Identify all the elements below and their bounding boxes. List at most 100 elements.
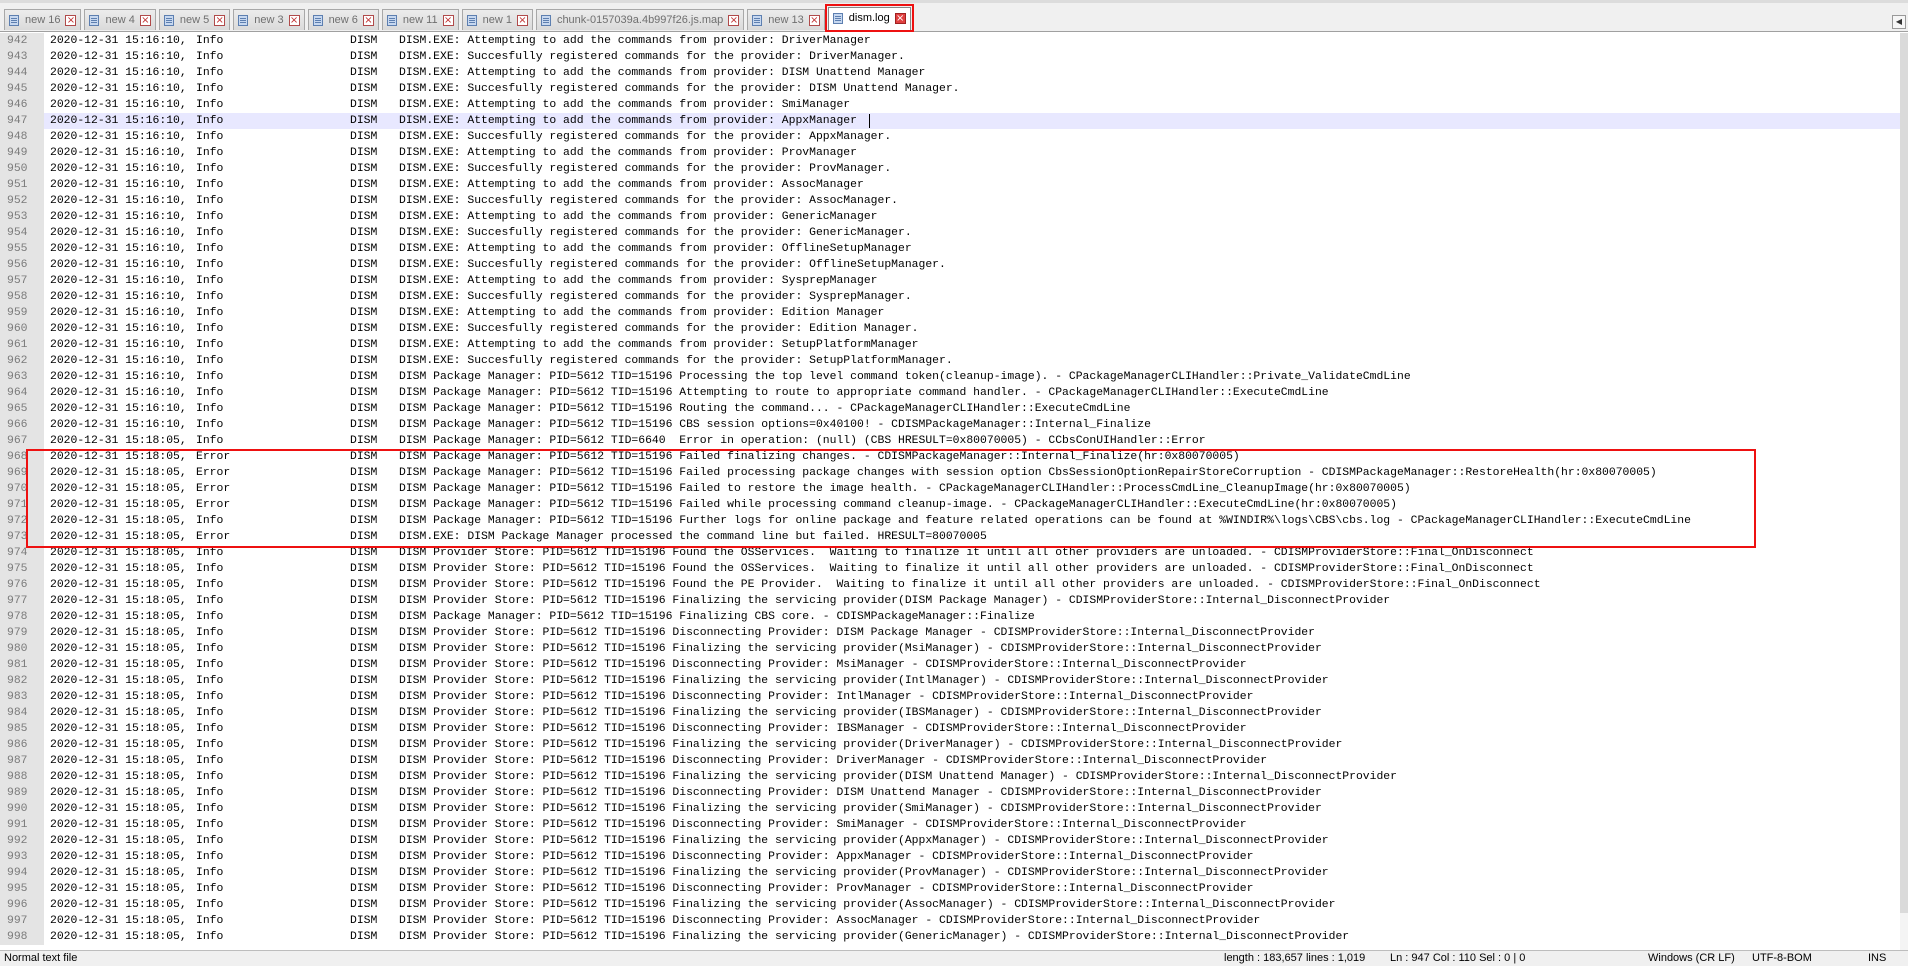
log-message: DISM Package Manager: PID=5612 TID=15196… (399, 403, 1131, 415)
tab-new-6[interactable]: new 6 × (307, 9, 379, 30)
log-line[interactable]: 942 2020-12-31 15:16:10, Info DISM DISM.EXE:… (0, 33, 1900, 49)
log-line[interactable]: 956 2020-12-31 15:16:10, Info DISM DISM.EXE:… (0, 257, 1900, 273)
close-icon[interactable]: × (65, 15, 77, 26)
log-line[interactable]: 951 2020-12-31 15:16:10, Info DISM DISM.EXE:… (0, 177, 1900, 193)
close-icon[interactable]: × (808, 15, 820, 26)
log-line[interactable]: 964 2020-12-31 15:16:10, Info DISM DISM Pack… (0, 385, 1900, 401)
log-level: Info (196, 163, 224, 175)
log-source: DISM (350, 483, 378, 495)
log-line[interactable]: 987 2020-12-31 15:18:05, Info DISM DISM Prov… (0, 753, 1900, 769)
line-number: 966 (0, 417, 44, 433)
log-level: Info (196, 707, 224, 719)
log-line[interactable]: 963 2020-12-31 15:16:10, Info DISM DISM Pack… (0, 369, 1900, 385)
log-line[interactable]: 993 2020-12-31 15:18:05, Info DISM DISM Prov… (0, 849, 1900, 865)
log-line[interactable]: 995 2020-12-31 15:18:05, Info DISM DISM Prov… (0, 881, 1900, 897)
close-icon[interactable]: × (214, 15, 226, 26)
scrollbar-thumb[interactable] (1900, 33, 1908, 913)
close-icon[interactable]: × (139, 15, 151, 26)
log-line[interactable]: 972 2020-12-31 15:18:05, Info DISM DISM Pack… (0, 513, 1900, 529)
log-message: DISM.EXE: Succesfully registered command… (399, 259, 946, 271)
log-line[interactable]: 954 2020-12-31 15:16:10, Info DISM DISM.EXE:… (0, 225, 1900, 241)
close-icon[interactable]: × (894, 13, 906, 24)
log-line[interactable]: 973 2020-12-31 15:18:05, Error DISM DISM.EXE… (0, 529, 1900, 545)
log-line[interactable]: 975 2020-12-31 15:18:05, Info DISM DISM Prov… (0, 561, 1900, 577)
log-line[interactable]: 955 2020-12-31 15:16:10, Info DISM DISM.EXE:… (0, 241, 1900, 257)
log-source: DISM (350, 259, 378, 271)
log-line[interactable]: 961 2020-12-31 15:16:10, Info DISM DISM.EXE:… (0, 337, 1900, 353)
log-line[interactable]: 971 2020-12-31 15:18:05, Error DISM DISM Pac… (0, 497, 1900, 513)
tab-new-5[interactable]: new 5 × (158, 9, 231, 30)
log-line[interactable]: 950 2020-12-31 15:16:10, Info DISM DISM.EXE:… (0, 161, 1900, 177)
log-line[interactable]: 985 2020-12-31 15:18:05, Info DISM DISM Prov… (0, 721, 1900, 737)
tab-label: dism.log (848, 12, 890, 24)
tab-new-1[interactable]: new 1 × (461, 9, 533, 30)
log-line[interactable]: 970 2020-12-31 15:18:05, Error DISM DISM Pac… (0, 481, 1900, 497)
status-eol: Windows (CR LF) (1648, 952, 1735, 964)
log-line[interactable]: 946 2020-12-31 15:16:10, Info DISM DISM.EXE:… (0, 97, 1900, 113)
log-source: DISM (350, 723, 378, 735)
log-line[interactable]: 994 2020-12-31 15:18:05, Info DISM DISM Prov… (0, 865, 1900, 881)
log-line[interactable]: 952 2020-12-31 15:16:10, Info DISM DISM.EXE:… (0, 193, 1900, 209)
log-line[interactable]: 962 2020-12-31 15:16:10, Info DISM DISM.EXE:… (0, 353, 1900, 369)
vertical-scrollbar[interactable] (1900, 33, 1908, 950)
status-file-type: Normal text file (4, 952, 78, 964)
log-line[interactable]: 968 2020-12-31 15:18:05, Error DISM DISM Pac… (0, 449, 1900, 465)
log-line[interactable]: 981 2020-12-31 15:18:05, Info DISM DISM Prov… (0, 657, 1900, 673)
log-line[interactable]: 960 2020-12-31 15:16:10, Info DISM DISM.EXE:… (0, 321, 1900, 337)
log-line[interactable]: 996 2020-12-31 15:18:05, Info DISM DISM Prov… (0, 897, 1900, 913)
close-icon[interactable]: × (442, 15, 454, 26)
tab-new-4[interactable]: new 4 × (84, 9, 156, 30)
tab-chunk-0157039a-4b997f26-js-map[interactable]: chunk-0157039a.4b997f26.js.map × (535, 9, 745, 30)
log-line[interactable]: 977 2020-12-31 15:18:05, Info DISM DISM Prov… (0, 593, 1900, 609)
log-line[interactable]: 997 2020-12-31 15:18:05, Info DISM DISM Prov… (0, 913, 1900, 929)
log-line[interactable]: 969 2020-12-31 15:18:05, Error DISM DISM Pac… (0, 465, 1900, 481)
log-line[interactable]: 976 2020-12-31 15:18:05, Info DISM DISM Prov… (0, 577, 1900, 593)
log-message: DISM.EXE: Succesfully registered command… (399, 355, 953, 367)
line-number: 957 (0, 273, 44, 289)
log-line[interactable]: 967 2020-12-31 15:18:05, Info DISM DISM Pack… (0, 433, 1900, 449)
log-line[interactable]: 988 2020-12-31 15:18:05, Info DISM DISM Prov… (0, 769, 1900, 785)
log-line[interactable]: 957 2020-12-31 15:16:10, Info DISM DISM.EXE:… (0, 273, 1900, 289)
log-line[interactable]: 958 2020-12-31 15:16:10, Info DISM DISM.EXE:… (0, 289, 1900, 305)
close-icon[interactable]: × (362, 15, 374, 26)
log-line[interactable]: 983 2020-12-31 15:18:05, Info DISM DISM Prov… (0, 689, 1900, 705)
close-icon[interactable]: × (728, 15, 740, 26)
close-icon[interactable]: × (288, 15, 300, 26)
log-line[interactable]: 949 2020-12-31 15:16:10, Info DISM DISM.EXE:… (0, 145, 1900, 161)
log-timestamp: 2020-12-31 15:18:05, (50, 691, 187, 703)
log-line[interactable]: 945 2020-12-31 15:16:10, Info DISM DISM.EXE:… (0, 81, 1900, 97)
log-line[interactable]: 998 2020-12-31 15:18:05, Info DISM DISM Prov… (0, 929, 1900, 945)
tab-new-16[interactable]: new 16 × (4, 9, 82, 30)
log-line[interactable]: 984 2020-12-31 15:18:05, Info DISM DISM Prov… (0, 705, 1900, 721)
log-line[interactable]: 990 2020-12-31 15:18:05, Info DISM DISM Prov… (0, 801, 1900, 817)
log-level: Info (196, 339, 224, 351)
log-line[interactable]: 965 2020-12-31 15:16:10, Info DISM DISM Pack… (0, 401, 1900, 417)
log-line[interactable]: 953 2020-12-31 15:16:10, Info DISM DISM.EXE:… (0, 209, 1900, 225)
log-line[interactable]: 980 2020-12-31 15:18:05, Info DISM DISM Prov… (0, 641, 1900, 657)
log-line[interactable]: 982 2020-12-31 15:18:05, Info DISM DISM Prov… (0, 673, 1900, 689)
line-number: 952 (0, 193, 44, 209)
log-source: DISM (350, 275, 378, 287)
tab-dism-log[interactable]: dism.log × (827, 7, 911, 30)
log-line[interactable]: 944 2020-12-31 15:16:10, Info DISM DISM.EXE:… (0, 65, 1900, 81)
log-line[interactable]: 959 2020-12-31 15:16:10, Info DISM DISM.EXE:… (0, 305, 1900, 321)
log-source: DISM (350, 579, 378, 591)
tab-new-13[interactable]: new 13 × (747, 9, 825, 30)
tab-new-3[interactable]: new 3 × (233, 9, 305, 30)
tab-new-11[interactable]: new 11 × (381, 9, 459, 30)
log-line[interactable]: 943 2020-12-31 15:16:10, Info DISM DISM.EXE:… (0, 49, 1900, 65)
close-icon[interactable]: × (516, 15, 528, 26)
tab-scroll-left-icon[interactable]: ◀ (1892, 15, 1906, 29)
log-line[interactable]: 947 2020-12-31 15:16:10, Info DISM DISM.EXE:… (0, 113, 1900, 129)
log-line[interactable]: 992 2020-12-31 15:18:05, Info DISM DISM Prov… (0, 833, 1900, 849)
log-line[interactable]: 979 2020-12-31 15:18:05, Info DISM DISM Prov… (0, 625, 1900, 641)
log-line[interactable]: 974 2020-12-31 15:18:05, Info DISM DISM Prov… (0, 545, 1900, 561)
log-line[interactable]: 966 2020-12-31 15:16:10, Info DISM DISM Pack… (0, 417, 1900, 433)
text-editor-area[interactable]: 942 2020-12-31 15:16:10, Info DISM DISM.EXE:… (0, 33, 1900, 950)
log-line[interactable]: 978 2020-12-31 15:18:05, Info DISM DISM Pack… (0, 609, 1900, 625)
log-line[interactable]: 991 2020-12-31 15:18:05, Info DISM DISM Prov… (0, 817, 1900, 833)
log-line[interactable]: 948 2020-12-31 15:16:10, Info DISM DISM.EXE:… (0, 129, 1900, 145)
log-line[interactable]: 989 2020-12-31 15:18:05, Info DISM DISM Prov… (0, 785, 1900, 801)
log-line[interactable]: 986 2020-12-31 15:18:05, Info DISM DISM Prov… (0, 737, 1900, 753)
log-level: Info (196, 291, 224, 303)
